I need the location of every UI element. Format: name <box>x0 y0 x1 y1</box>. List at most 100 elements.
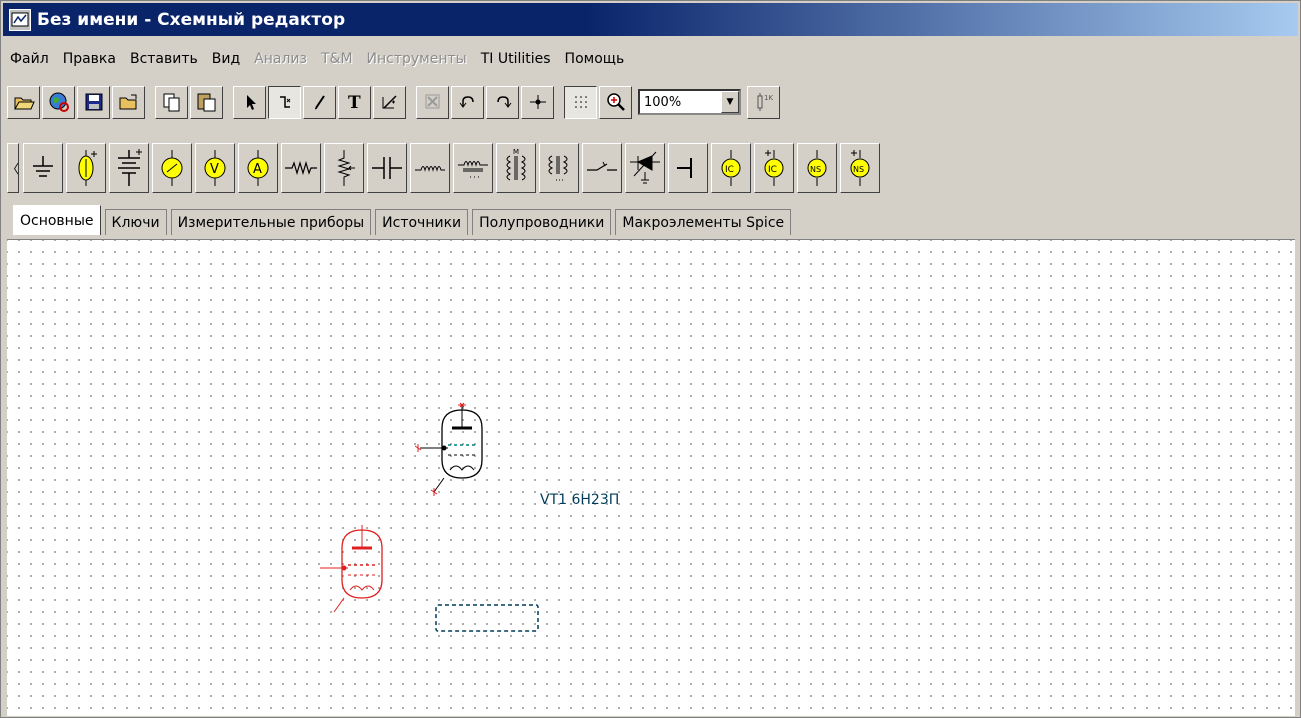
component-dc-current-source[interactable]: IC <box>754 143 794 193</box>
vacuum-tube-ghost[interactable] <box>312 520 402 620</box>
noise-source-icon: NS <box>807 150 827 186</box>
resistor-label-button[interactable]: 1K <box>747 85 780 119</box>
resistor-label-icon: 1K <box>757 93 773 111</box>
junction-icon <box>529 95 546 109</box>
pencil-icon <box>314 95 325 110</box>
component-varicap[interactable] <box>625 143 665 193</box>
current-source-icon: IC <box>721 150 741 186</box>
svg-text:NS: NS <box>810 165 821 174</box>
save-button[interactable] <box>77 85 110 119</box>
component-current-source[interactable]: IC <box>711 143 751 193</box>
chevron-left-icon: 〈 <box>7 161 20 176</box>
voltmeter-v-icon: V <box>204 150 226 186</box>
menu-bar: Файл Правка Вставить Вид Анализ T&M Инст… <box>3 45 631 73</box>
voltmeter-icon <box>161 150 183 186</box>
text-icon: T <box>348 93 361 112</box>
draw-tool-button[interactable] <box>303 85 336 119</box>
probe-icon <box>382 95 397 109</box>
menu-view[interactable]: Вид <box>205 51 247 67</box>
app-icon[interactable] <box>9 8 31 31</box>
varicap-icon <box>630 151 660 184</box>
web-button[interactable] <box>42 85 75 119</box>
chevron-down-icon[interactable]: ▼ <box>721 91 739 113</box>
redo-icon <box>496 96 511 108</box>
delete-icon <box>425 94 439 109</box>
svg-text:T: T <box>348 93 361 112</box>
component-terminal[interactable] <box>668 143 708 193</box>
tab-switches[interactable]: Ключи <box>104 209 167 235</box>
probe-tool-button[interactable] <box>373 85 406 119</box>
copy-button[interactable] <box>155 85 188 119</box>
menu-tools[interactable]: Инструменты <box>360 51 474 67</box>
switch-icon <box>587 161 617 171</box>
component-switch[interactable] <box>582 143 622 193</box>
open-button[interactable] <box>7 85 40 119</box>
delete-button[interactable] <box>416 85 449 119</box>
open-alt-button[interactable] <box>112 85 145 119</box>
component-voltage-source[interactable] <box>66 143 106 193</box>
tab-basic[interactable]: Основные <box>13 205 101 235</box>
open-icon <box>119 94 136 110</box>
paste-button[interactable] <box>190 85 223 119</box>
component-inductor[interactable] <box>410 143 450 193</box>
component-tabs: Основные Ключи Измерительные приборы Ист… <box>13 205 795 235</box>
svg-text:NS: NS <box>853 165 864 174</box>
tab-meters[interactable]: Измерительные приборы <box>170 209 372 235</box>
tab-semiconductors[interactable]: Полупроводники <box>472 209 612 235</box>
app-window: Без имени - Схемный редактор Файл Правка… <box>0 0 1301 718</box>
menu-insert[interactable]: Вставить <box>123 51 205 67</box>
dc-current-source-icon: IC <box>764 150 784 186</box>
ground-icon <box>33 156 53 177</box>
copy-icon <box>163 93 179 112</box>
menu-file[interactable]: Файл <box>3 51 56 67</box>
component-resistor[interactable] <box>281 143 321 193</box>
select-tool-button[interactable] <box>233 85 266 119</box>
component-inductor-core[interactable] <box>453 143 493 193</box>
capacitor-icon <box>372 157 402 179</box>
component-capacitor[interactable] <box>367 143 407 193</box>
menu-ti-utilities[interactable]: TI Utilities <box>474 51 558 67</box>
component-voltmeter-v[interactable]: V <box>195 143 235 193</box>
component-transformer[interactable]: M <box>496 143 536 193</box>
menu-tm[interactable]: T&M <box>314 51 360 67</box>
undo-icon <box>459 96 474 108</box>
junction-button[interactable] <box>521 85 554 119</box>
component-battery[interactable] <box>109 143 149 193</box>
voltage-source-icon <box>78 150 97 186</box>
component-ammeter[interactable]: A <box>238 143 278 193</box>
redo-button[interactable] <box>486 85 519 119</box>
zoom-select[interactable]: 100% ▼ <box>638 89 741 115</box>
menu-analysis[interactable]: Анализ <box>247 51 314 67</box>
battery-icon <box>118 149 142 186</box>
component-noise-source[interactable]: NS <box>797 143 837 193</box>
tab-spice-macros[interactable]: Макроэлементы Spice <box>615 209 792 235</box>
svg-text:A: A <box>253 162 262 177</box>
main-toolbar: T 100% ▼ 1K <box>7 81 782 123</box>
title-bar: Без имени - Схемный редактор <box>3 3 1298 36</box>
vacuum-tube-vt1[interactable] <box>412 400 502 500</box>
grid-button[interactable] <box>564 85 597 119</box>
terminal-icon <box>677 158 692 178</box>
dc-noise-source-icon: NS <box>850 150 870 186</box>
svg-text:1K: 1K <box>764 94 773 102</box>
text-tool-button[interactable]: T <box>338 85 371 119</box>
wire-tool-button[interactable] <box>268 85 301 119</box>
placement-outline <box>435 604 539 632</box>
component-palette: 〈 V A M IC IC NS NS <box>7 137 883 199</box>
tab-sources[interactable]: Источники <box>375 209 469 235</box>
menu-help[interactable]: Помощь <box>558 51 632 67</box>
zoom-button[interactable] <box>599 85 632 119</box>
component-voltmeter[interactable] <box>152 143 192 193</box>
save-icon <box>85 93 102 111</box>
component-label[interactable]: VT1 6Н23П <box>540 492 619 508</box>
undo-button[interactable] <box>451 85 484 119</box>
component-potentiometer[interactable] <box>324 143 364 193</box>
inductor-core-icon <box>458 161 488 178</box>
component-ground[interactable] <box>23 143 63 193</box>
component-dc-noise-source[interactable]: NS <box>840 143 880 193</box>
menu-edit[interactable]: Правка <box>56 51 123 67</box>
schematic-canvas[interactable]: VT1 6Н23П <box>7 239 1295 716</box>
globe-icon <box>49 92 69 112</box>
component-transformer-core[interactable] <box>539 143 579 193</box>
scroll-left-button[interactable]: 〈 <box>7 143 19 193</box>
